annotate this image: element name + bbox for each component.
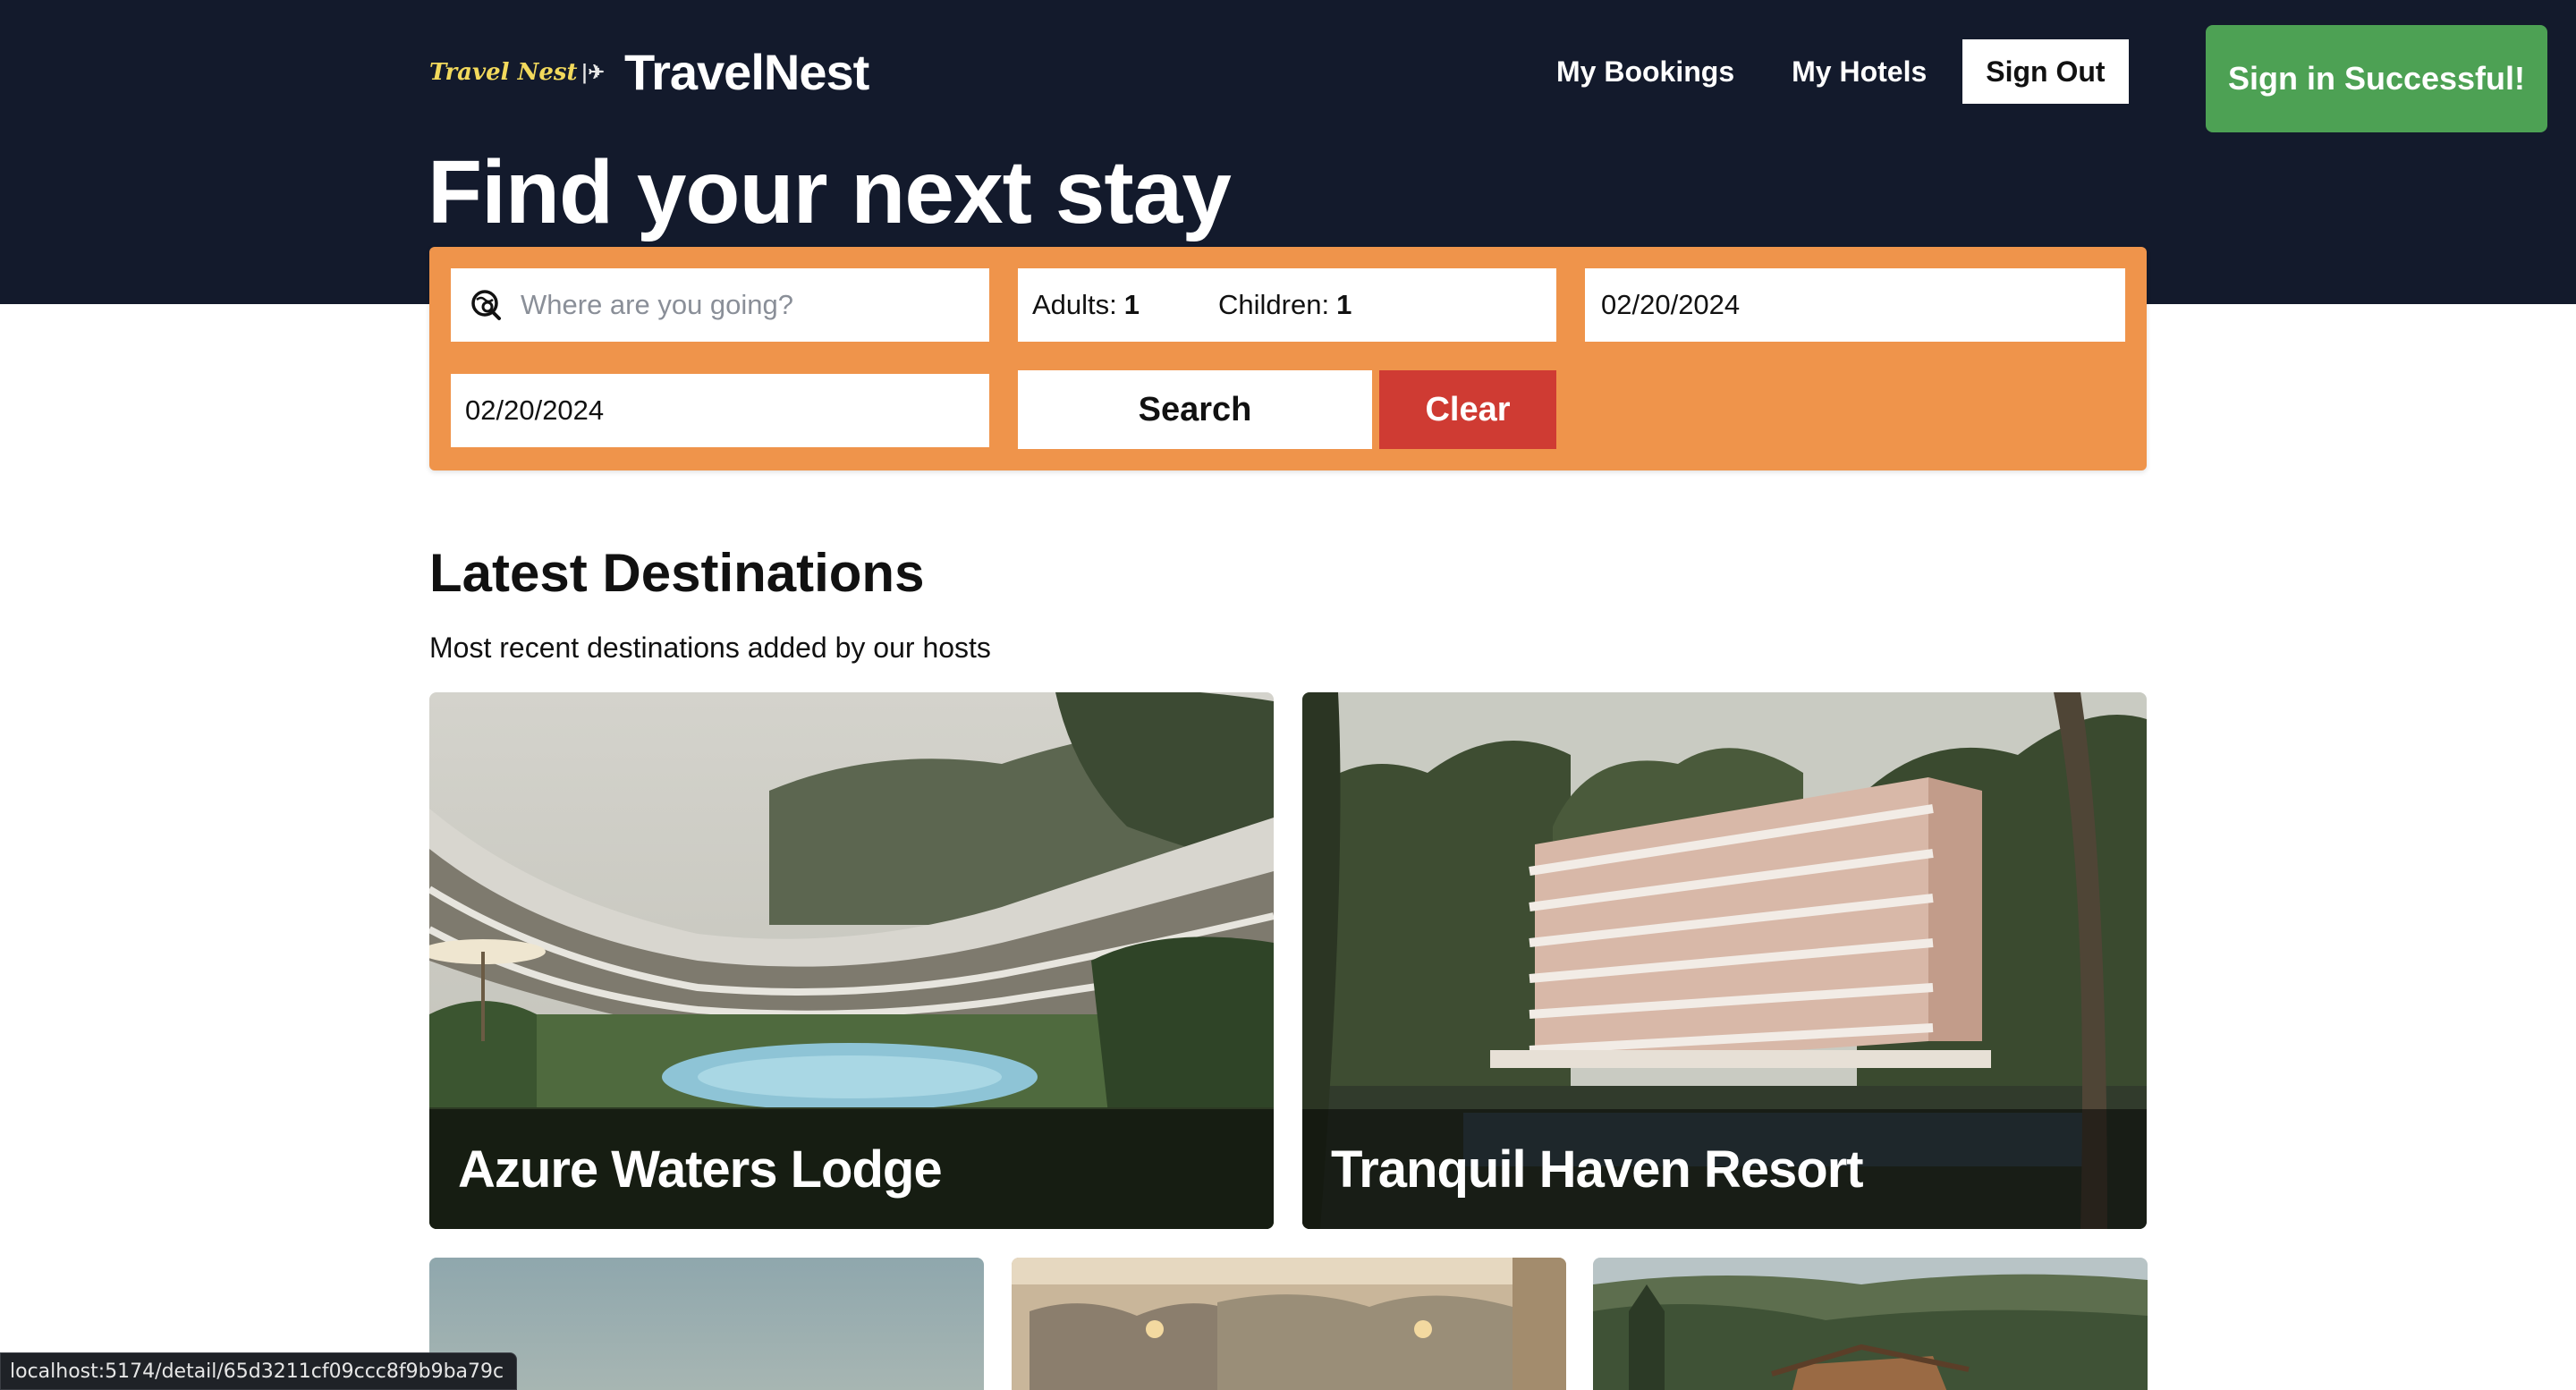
destination-card[interactable] bbox=[1593, 1258, 2148, 1390]
brand-title: TravelNest bbox=[623, 44, 869, 100]
page: Travel Nest |✈ TravelNest My Bookings My… bbox=[0, 0, 2576, 1390]
status-bar-url: localhost:5174/detail/65d3211cf09ccc8f9b… bbox=[0, 1352, 518, 1390]
latest-destinations-subtitle: Most recent destinations added by our ho… bbox=[429, 631, 991, 664]
search-button[interactable]: Search bbox=[1018, 370, 1372, 449]
adults-count[interactable]: Adults: 1 bbox=[1032, 289, 1140, 321]
adults-value: 1 bbox=[1123, 289, 1140, 320]
hero-title: Find your next stay bbox=[428, 142, 1232, 242]
clear-button[interactable]: Clear bbox=[1379, 370, 1556, 449]
hotel-image bbox=[1012, 1258, 1566, 1390]
destination-card[interactable]: Tranquil Haven Resort bbox=[1302, 692, 2147, 1229]
destination-card[interactable] bbox=[1012, 1258, 1566, 1390]
guests-field: Adults: 1 Children: 1 bbox=[1018, 268, 1556, 342]
children-value: 1 bbox=[1336, 289, 1352, 320]
destination-placeholder: Where are you going? bbox=[521, 289, 794, 320]
check-in-date-field[interactable]: 02/20/2024 bbox=[1585, 268, 2125, 342]
brand-logo: Travel Nest |✈ bbox=[429, 59, 605, 86]
success-toast[interactable]: Sign in Successful! bbox=[2206, 25, 2547, 132]
map-search-icon bbox=[471, 290, 501, 320]
adults-label: Adults: bbox=[1032, 289, 1117, 320]
destination-field[interactable]: Where are you going? bbox=[451, 268, 989, 342]
card-title: Azure Waters Lodge bbox=[429, 1109, 1274, 1229]
hotel-image bbox=[1593, 1258, 2148, 1390]
brand[interactable]: Travel Nest |✈ TravelNest bbox=[429, 43, 869, 101]
children-count[interactable]: Children: 1 bbox=[1218, 289, 1352, 321]
plane-icon: |✈ bbox=[580, 60, 605, 84]
sign-out-button[interactable]: Sign Out bbox=[1962, 39, 2129, 104]
main-nav: My Bookings My Hotels Sign Out bbox=[1556, 39, 2129, 104]
destination-card[interactable]: Azure Waters Lodge bbox=[429, 692, 1274, 1229]
my-hotels-link[interactable]: My Hotels bbox=[1792, 39, 1927, 104]
my-bookings-link[interactable]: My Bookings bbox=[1556, 39, 1734, 104]
brand-logo-text: Travel Nest bbox=[429, 58, 578, 86]
search-bar: Where are you going? Adults: 1 Children:… bbox=[429, 247, 2147, 470]
latest-destinations-title: Latest Destinations bbox=[429, 543, 925, 603]
check-out-date-field[interactable]: 02/20/2024 bbox=[451, 374, 989, 447]
children-label: Children: bbox=[1218, 289, 1330, 320]
card-title: Tranquil Haven Resort bbox=[1302, 1109, 2147, 1229]
